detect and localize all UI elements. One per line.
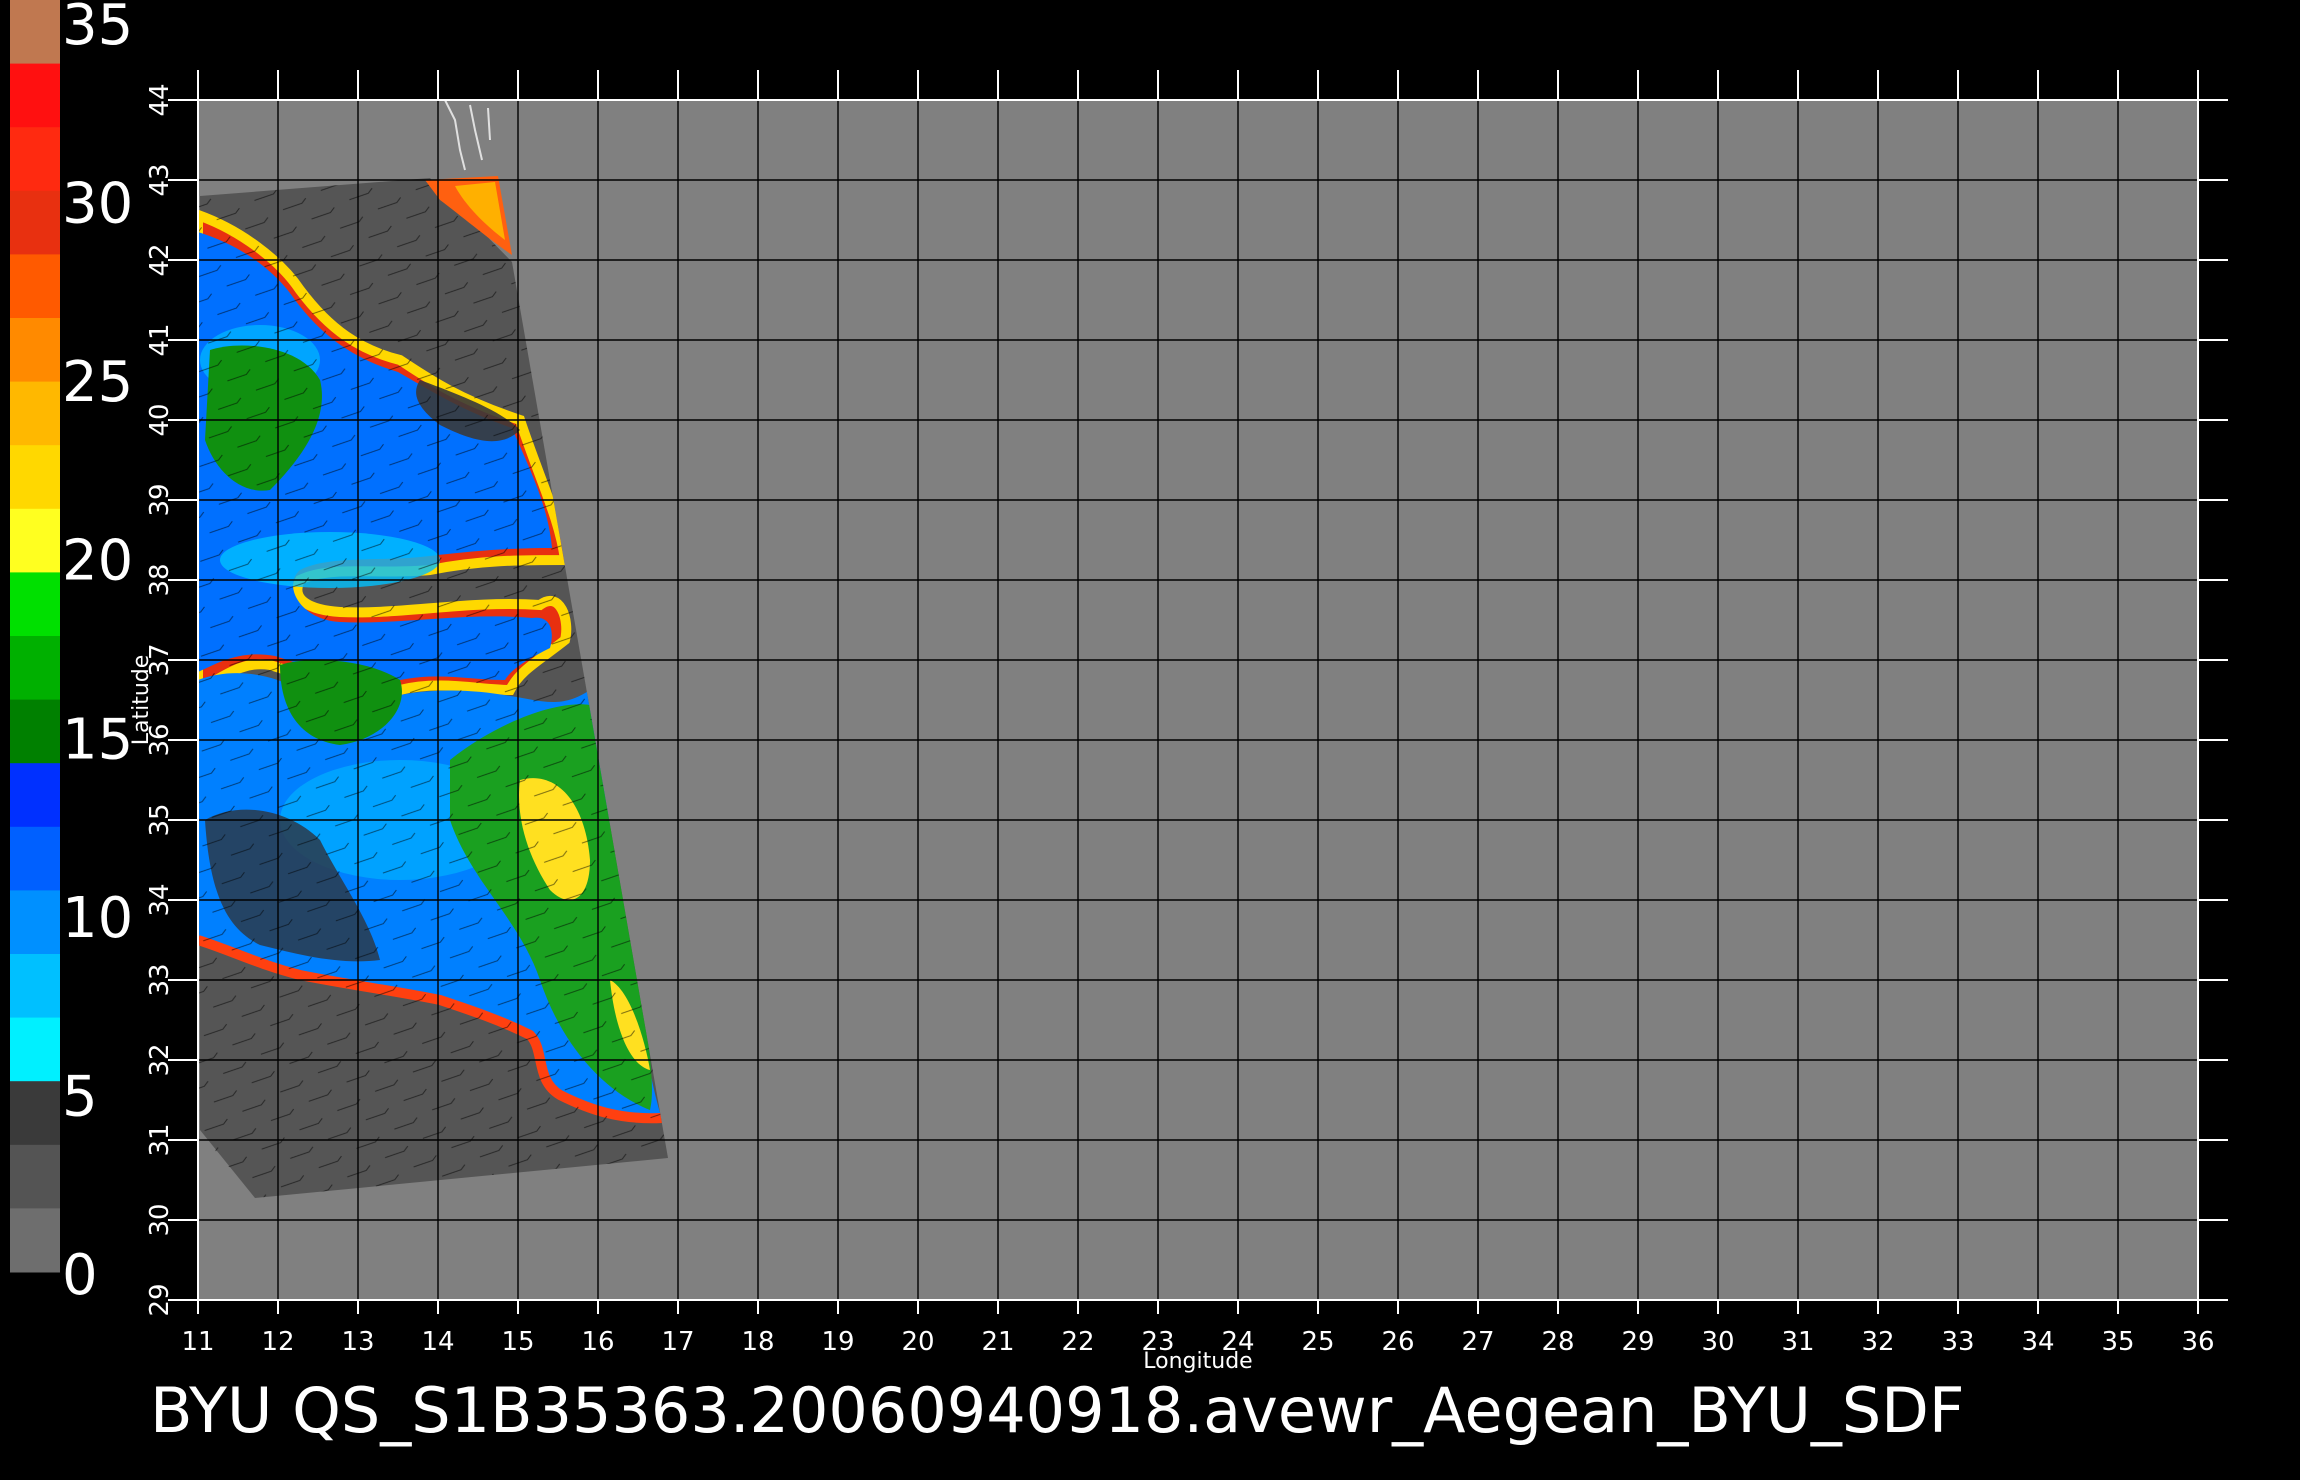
latitude-label: 39 (145, 483, 175, 516)
colorbar-segment (10, 381, 60, 446)
longitude-label: 33 (1941, 1327, 1974, 1357)
latitude-label: 40 (145, 403, 175, 436)
longitude-label: 34 (2021, 1327, 2054, 1357)
colorbar-tick-label: 15 (62, 707, 133, 772)
map-plot-area: 11 12 13 14 15 16 17 18 19 20 21 22 23 24 25 26 27 28 29 30… (129, 70, 2228, 1374)
longitude-label: 35 (2101, 1327, 2134, 1357)
latitude-label: 29 (145, 1283, 175, 1316)
longitude-label: 26 (1381, 1327, 1414, 1357)
colorbar-segment (10, 508, 60, 573)
longitude-label: 17 (661, 1327, 694, 1357)
longitude-label: 11 (181, 1327, 214, 1357)
colorbar (10, 0, 60, 1273)
figure-title: BYU QS_S1B35363.20060940918.avewr_Aegean… (150, 1374, 1965, 1447)
colorbar-segment (10, 954, 60, 1019)
latitude-label: 42 (145, 243, 175, 276)
colorbar-labels: 35 30 25 20 15 10 5 0 (62, 0, 133, 1308)
colorbar-segment (10, 1144, 60, 1209)
latitude-label: 35 (145, 803, 175, 836)
colorbar-segment (10, 636, 60, 701)
latitude-label: 31 (145, 1123, 175, 1156)
longitude-label: 14 (421, 1327, 454, 1357)
colorbar-tick-label: 35 (62, 0, 133, 58)
colorbar-segment (10, 254, 60, 319)
longitude-label: 36 (2181, 1327, 2214, 1357)
longitude-label: 32 (1861, 1327, 1894, 1357)
colorbar-segment (10, 318, 60, 383)
colorbar-segment (10, 699, 60, 764)
colorbar-segment (10, 445, 60, 510)
longitude-label: 20 (901, 1327, 934, 1357)
colorbar-segment (10, 1081, 60, 1146)
latitude-label: 30 (145, 1203, 175, 1236)
latitude-label: 43 (145, 163, 175, 196)
wind-map-figure: 35 30 25 20 15 10 5 0 11 12 13 14 15 16 17 18 1… (10, 0, 2228, 1447)
colorbar-segment (10, 1017, 60, 1082)
colorbar-segment (10, 826, 60, 891)
longitude-label: 31 (1781, 1327, 1814, 1357)
longitude-label: 12 (261, 1327, 294, 1357)
colorbar-tick-label: 30 (62, 172, 133, 237)
latitude-label: 44 (145, 83, 175, 116)
x-axis-label: Longitude (1143, 1349, 1252, 1374)
longitude-label: 15 (501, 1327, 534, 1357)
longitude-label: 21 (981, 1327, 1014, 1357)
latitude-label: 32 (145, 1043, 175, 1076)
longitude-label: 18 (741, 1327, 774, 1357)
longitude-label: 16 (581, 1327, 614, 1357)
colorbar-segment (10, 0, 60, 65)
latitude-label: 38 (145, 563, 175, 596)
colorbar-segment (10, 127, 60, 192)
longitude-label: 29 (1621, 1327, 1654, 1357)
longitude-label: 25 (1301, 1327, 1334, 1357)
colorbar-tick-label: 10 (62, 886, 133, 951)
colorbar-segment (10, 572, 60, 637)
colorbar-tick-label: 5 (62, 1064, 98, 1129)
colorbar-tick-label: 25 (62, 350, 133, 415)
longitude-label: 22 (1061, 1327, 1094, 1357)
latitude-label: 41 (145, 323, 175, 356)
colorbar-segment (10, 1208, 60, 1273)
colorbar-segment (10, 763, 60, 828)
colorbar-segment (10, 63, 60, 128)
latitude-label: 34 (145, 883, 175, 916)
colorbar-tick-label: 20 (62, 529, 133, 594)
colorbar-segment (10, 190, 60, 255)
longitude-label: 28 (1541, 1327, 1574, 1357)
colorbar-tick-label: 0 (62, 1243, 98, 1308)
y-axis-label: Latitude (129, 655, 154, 746)
latitude-label: 33 (145, 963, 175, 996)
longitude-label: 13 (341, 1327, 374, 1357)
colorbar-segment (10, 890, 60, 955)
longitude-label: 27 (1461, 1327, 1494, 1357)
longitude-label: 19 (821, 1327, 854, 1357)
longitude-label: 30 (1701, 1327, 1734, 1357)
